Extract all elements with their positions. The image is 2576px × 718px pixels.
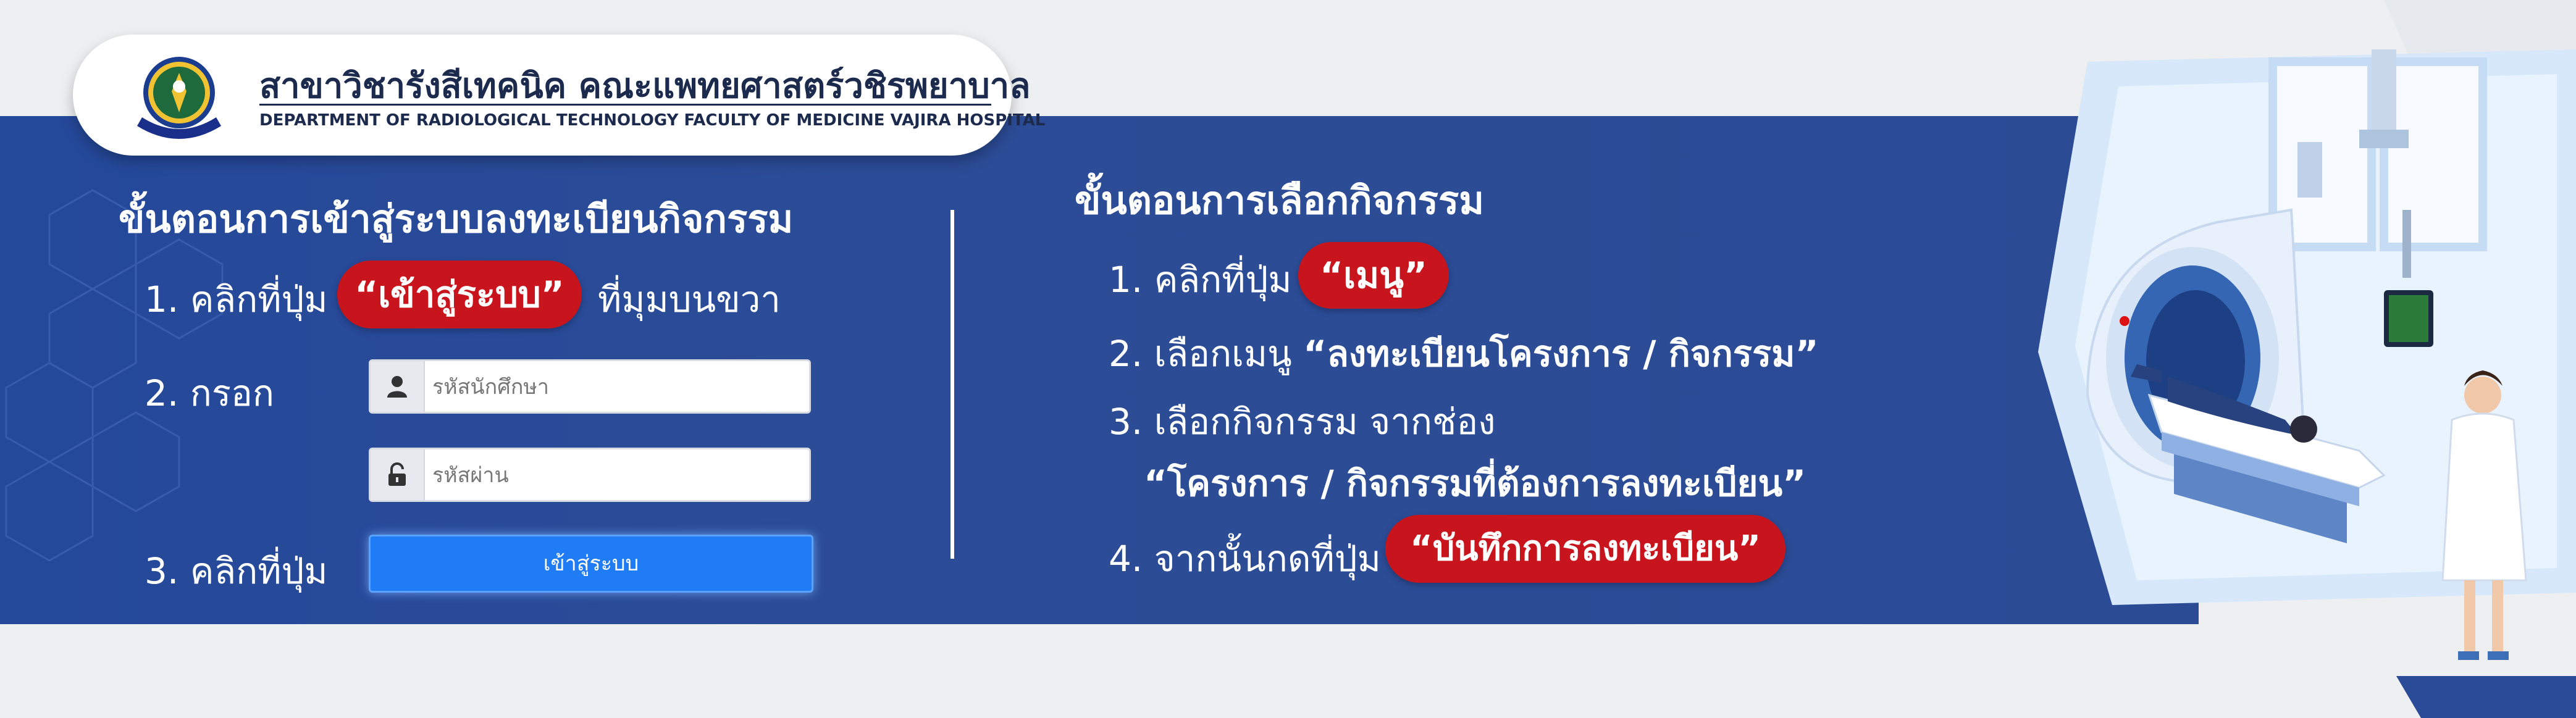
login-step3-label: 3. คลิกที่ปุ่ม [145, 550, 328, 592]
activity-step4-prefix: 4. จากนั้นกดที่ปุ่ม [1109, 538, 1381, 580]
activity-section-title: ขั้นตอนการเลือกกิจกรรม [1075, 178, 1485, 223]
activity-step3-line1: 3. เลือกกิจกรรม จากช่อง [1109, 401, 1496, 443]
unlock-icon [371, 449, 425, 500]
section-divider [950, 210, 954, 559]
password-field[interactable] [369, 448, 811, 502]
corner-decoration [2384, 0, 2576, 56]
student-id-field[interactable] [369, 359, 811, 414]
password-input[interactable] [431, 449, 798, 501]
header-rule [259, 104, 991, 108]
activity-step1-prefix: 1. คลิกที่ปุ่ม [1109, 259, 1292, 301]
ct-scanner-illustration [2038, 49, 2576, 660]
instruction-banner: ขั้นตอนการเข้าสู่ระบบลงทะเบียนกิจกรรม 1.… [0, 116, 2199, 624]
activity-step4-button-sample: “บันทึกการลงทะเบียน” [1385, 515, 1785, 583]
activity-step2: 2. เลือกเมนู “ลงทะเบียนโครงการ / กิจกรรม… [1109, 325, 1819, 382]
login-step2-label: 2. กรอก [145, 372, 274, 414]
department-name-english: DEPARTMENT OF RADIOLOGICAL TECHNOLOGY FA… [259, 111, 1046, 130]
login-step1-suffix: ที่มุมบนขวา [598, 278, 781, 320]
activity-step2-prefix: 2. เลือกเมนู [1109, 333, 1292, 375]
department-header: สาขาวิชารังสีเทคนิค คณะแพทยศาสตร์วชิรพยา… [73, 35, 1045, 156]
login-section-title: ขั้นตอนการเข้าสู่ระบบลงทะเบียนกิจกรรม [119, 196, 794, 241]
login-button[interactable]: เข้าสู่ระบบ [369, 535, 813, 593]
activity-step1-button-sample: “เมนู” [1298, 242, 1449, 309]
login-step1-button-sample: “เข้าสู่ระบบ” [337, 261, 582, 328]
activity-step3-line2: “โครงการ / กิจกรรมที่ต้องการลงทะเบียน” [1144, 462, 1806, 504]
activity-step2-menu: “ลงทะเบียนโครงการ / กิจกรรม” [1303, 333, 1819, 375]
student-id-input[interactable] [431, 361, 798, 413]
university-seal-icon [137, 57, 221, 139]
user-icon [371, 361, 425, 412]
login-step1-prefix: 1. คลิกที่ปุ่ม [145, 278, 328, 320]
